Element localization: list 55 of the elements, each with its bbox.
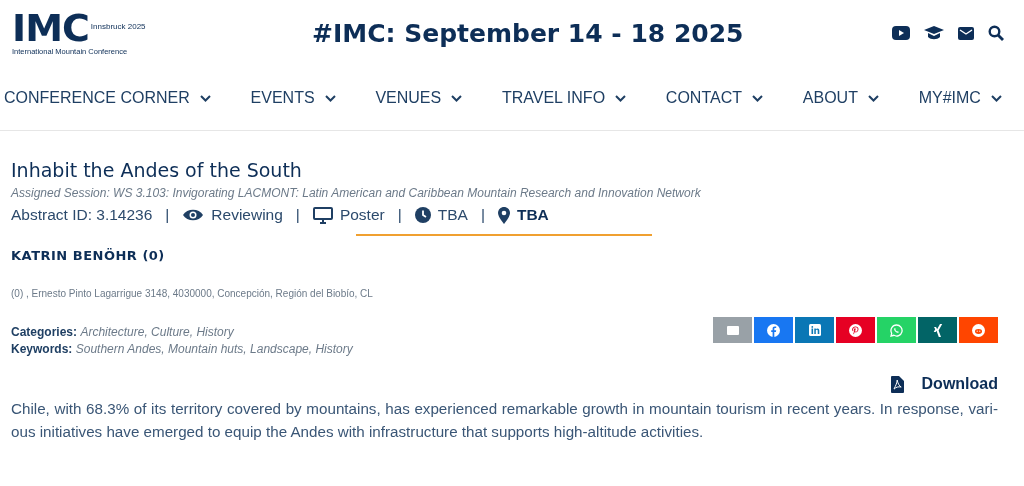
nav-menu-item[interactable]: CONTACT	[665, 89, 763, 107]
separator: |	[295, 206, 300, 224]
pinterest-icon	[849, 323, 862, 337]
logo-place: Innsbruck 2025	[90, 21, 146, 31]
nav-menu-item[interactable]: TRAVEL INFO	[501, 89, 627, 107]
facebook-icon	[767, 323, 780, 337]
pdf-file-icon[interactable]	[890, 375, 904, 393]
nav-menu-item[interactable]: CONFERENCE CORNER	[4, 89, 211, 107]
chevron-down-icon[interactable]	[752, 94, 763, 102]
chevron-down-icon[interactable]	[867, 94, 879, 102]
affiliation-text: (0) , Ernesto Pinto Lagarrigue 3148, 4030000, Concepción, Región del Biobío, CL	[11, 288, 374, 299]
meta-text: TBA	[516, 206, 549, 224]
meta-text: Abstract ID: 3.14236	[11, 206, 153, 224]
chevron-down-icon[interactable]	[199, 94, 211, 102]
chevron-down-icon[interactable]	[615, 94, 627, 102]
conference-title: #IMC: September 14 - 18 2025	[311, 18, 745, 48]
keywords-text: Keywords: Southern Andes, Mountain huts, Landscape, History	[11, 342, 353, 356]
separator: |	[480, 206, 485, 224]
download-link[interactable]: Download	[890, 375, 998, 393]
share-button[interactable]	[754, 317, 793, 343]
author-name: KATRIN BENÖHR (0)	[11, 248, 166, 263]
nav-menu-item[interactable]: MY#IMC	[918, 89, 1002, 107]
clock-icon	[414, 207, 431, 223]
share-button[interactable]	[836, 317, 875, 343]
graduation-cap-icon[interactable]	[924, 25, 944, 41]
abstract-body: Chile, with 68.3% of its territory covered by mountains, has experienced remarkable growth in mountain tourism in recent years. In response, vari- ous initiatives have emerged to equip the Andes with infrastructure that supports high-altitude activities.	[11, 399, 998, 442]
mail-icon	[726, 325, 739, 335]
meta-text: Reviewing	[211, 206, 283, 224]
chevron-down-icon[interactable]	[324, 94, 336, 102]
abstract-title: Inhabit the Andes of the South	[11, 159, 303, 181]
linkedin-icon	[808, 324, 821, 336]
separator: |	[397, 206, 402, 224]
categories-text: Categories: Architecture, Culture, History	[11, 325, 235, 339]
play-icon[interactable]	[892, 26, 910, 40]
monitor-icon	[312, 206, 333, 224]
mail-icon[interactable]	[958, 26, 974, 40]
nav-menu-item[interactable]: VENUES	[375, 89, 463, 107]
share-button[interactable]	[795, 317, 834, 343]
phone-bubble-icon	[890, 323, 903, 337]
logo-letters: IMC	[12, 10, 89, 45]
share-button[interactable]	[918, 317, 957, 343]
reddit-icon	[972, 323, 985, 337]
separator: |	[165, 206, 170, 224]
meta-text: Poster	[339, 206, 385, 224]
search-icon[interactable]	[988, 25, 1004, 41]
assigned-session: Assigned Session: WS 3.103: Invigorating LACMONT: Latin American and Caribbean Mountain Research and Innovation Network	[11, 186, 702, 200]
nav-menu-item[interactable]: ABOUT	[802, 89, 879, 107]
nav-menu-item[interactable]: EVENTS	[250, 89, 336, 107]
xing-icon	[932, 323, 943, 337]
chevron-down-icon[interactable]	[451, 94, 463, 102]
share-button[interactable]	[959, 317, 998, 343]
chevron-down-icon[interactable]	[990, 94, 1002, 102]
eye-icon	[182, 208, 205, 222]
meta-text: TBA	[437, 206, 468, 224]
map-pin-icon	[497, 206, 510, 224]
